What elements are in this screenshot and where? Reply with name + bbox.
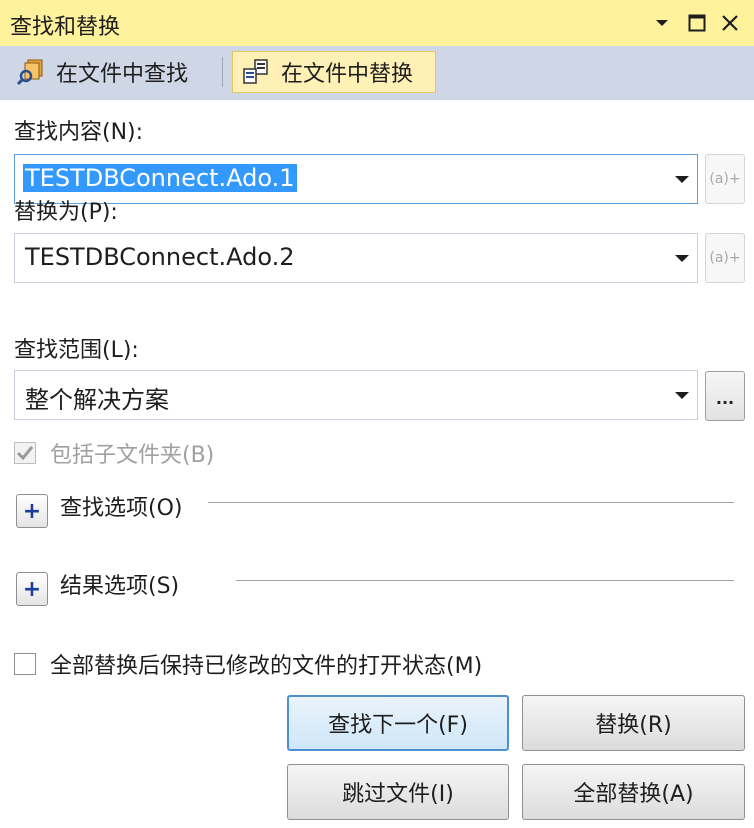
replace-with-dropdown-icon[interactable]: [675, 255, 689, 262]
result-options-section: + 结果选项(S): [16, 572, 736, 608]
keep-open-checkbox[interactable]: [14, 653, 36, 675]
result-options-expand-button[interactable]: +: [16, 572, 48, 606]
find-options-section: + 查找选项(O): [16, 494, 736, 530]
replace-with-combo[interactable]: TESTDBConnect.Ado.2: [14, 233, 698, 283]
replace-all-button[interactable]: 全部替换(A): [522, 764, 745, 820]
include-subfolders-label: 包括子文件夹(B): [50, 443, 215, 468]
replace-in-files-icon: [241, 57, 271, 87]
replace-regex-builder-button: (a)+: [705, 233, 745, 283]
find-options-divider: [208, 502, 734, 503]
browse-folders-button[interactable]: ...: [705, 371, 745, 421]
find-what-value[interactable]: TESTDBConnect.Ado.1: [23, 164, 297, 192]
look-in-value: 整个解决方案: [25, 386, 169, 414]
maximize-icon[interactable]: [683, 8, 711, 38]
replace-with-value[interactable]: TESTDBConnect.Ado.2: [23, 243, 297, 271]
close-icon[interactable]: [716, 8, 744, 38]
pin-dropdown-icon[interactable]: [648, 8, 676, 38]
include-subfolders-row: 包括子文件夹(B): [14, 437, 214, 469]
title-bar: 查找和替换: [0, 0, 754, 46]
find-next-button[interactable]: 查找下一个(F): [287, 695, 509, 751]
replace-button[interactable]: 替换(R): [522, 695, 745, 751]
mode-toolbar: 在文件中查找 在文件中替换: [0, 46, 754, 100]
look-in-dropdown-icon[interactable]: [675, 392, 689, 399]
find-what-label: 查找内容(N):: [14, 120, 144, 145]
result-options-label[interactable]: 结果选项(S): [60, 568, 179, 600]
tab-separator: [222, 57, 223, 87]
result-options-divider: [236, 580, 734, 581]
skip-file-button[interactable]: 跳过文件(I): [287, 764, 509, 820]
include-subfolders-checkbox: [14, 442, 36, 464]
keep-open-label[interactable]: 全部替换后保持已修改的文件的打开状态(M): [50, 648, 482, 680]
find-options-expand-button[interactable]: +: [16, 494, 48, 528]
find-options-label[interactable]: 查找选项(O): [60, 490, 182, 522]
tab-find-in-files-label: 在文件中查找: [56, 62, 189, 87]
look-in-label: 查找范围(L):: [14, 338, 139, 363]
find-in-files-icon: [16, 57, 46, 87]
find-what-dropdown-icon[interactable]: [675, 176, 689, 183]
tab-replace-in-files[interactable]: 在文件中替换: [232, 51, 436, 93]
window-title: 查找和替换: [10, 15, 121, 40]
replace-with-label: 替换为(P):: [14, 200, 118, 225]
find-regex-builder-button: (a)+: [705, 154, 745, 204]
tab-find-in-files[interactable]: 在文件中查找: [8, 51, 216, 93]
look-in-combo[interactable]: 整个解决方案: [14, 370, 698, 420]
keep-open-row: 全部替换后保持已修改的文件的打开状态(M): [14, 648, 482, 680]
tab-replace-in-files-label: 在文件中替换: [281, 62, 414, 87]
